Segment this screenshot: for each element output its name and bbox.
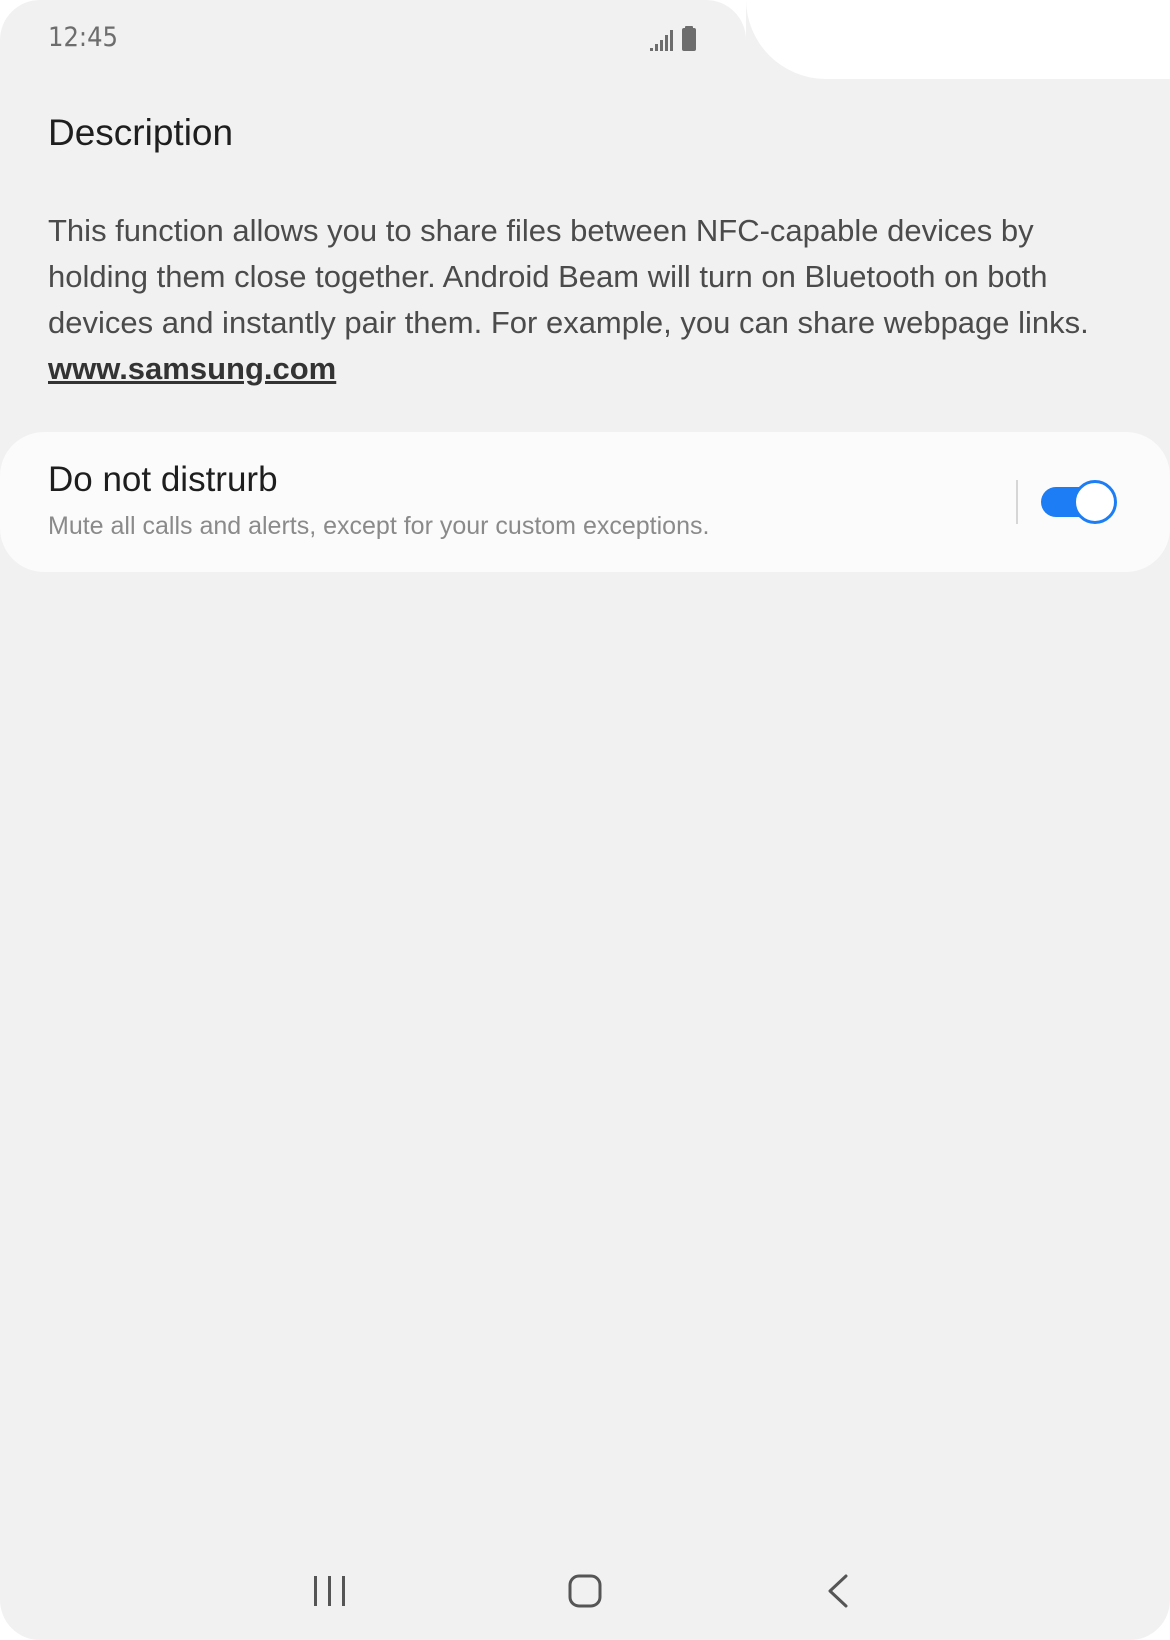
do-not-disturb-subtitle: Mute all calls and alerts, except for yo… [48, 512, 710, 540]
back-button[interactable] [810, 1568, 870, 1618]
do-not-disturb-card[interactable]: Do not distrurb Mute all calls and alert… [0, 432, 1170, 572]
camera-cutout [746, 0, 1170, 79]
navigation-bar [0, 1540, 1170, 1640]
battery-icon [682, 26, 696, 51]
device-screen: 12:45 Description This function allows y… [0, 0, 1170, 1640]
description-text: This function allows you to share files … [48, 208, 1138, 392]
do-not-disturb-title: Do not distrurb [48, 460, 278, 499]
back-icon [828, 1574, 848, 1608]
camera-cutout-corner [706, 0, 746, 40]
home-icon [568, 1574, 602, 1608]
status-time: 12:45 [48, 22, 118, 53]
description-title: Description [48, 112, 234, 153]
toggle-knob [1073, 480, 1117, 524]
description-body: This function allows you to share files … [48, 213, 1089, 340]
divider [1016, 480, 1018, 524]
recents-button[interactable] [300, 1568, 360, 1618]
status-icons [650, 26, 710, 54]
recents-icon [314, 1576, 345, 1606]
signal-icon [650, 26, 696, 51]
do-not-disturb-toggle[interactable] [1041, 480, 1117, 524]
home-button[interactable] [555, 1568, 615, 1618]
samsung-link[interactable]: www.samsung.com [48, 346, 336, 392]
